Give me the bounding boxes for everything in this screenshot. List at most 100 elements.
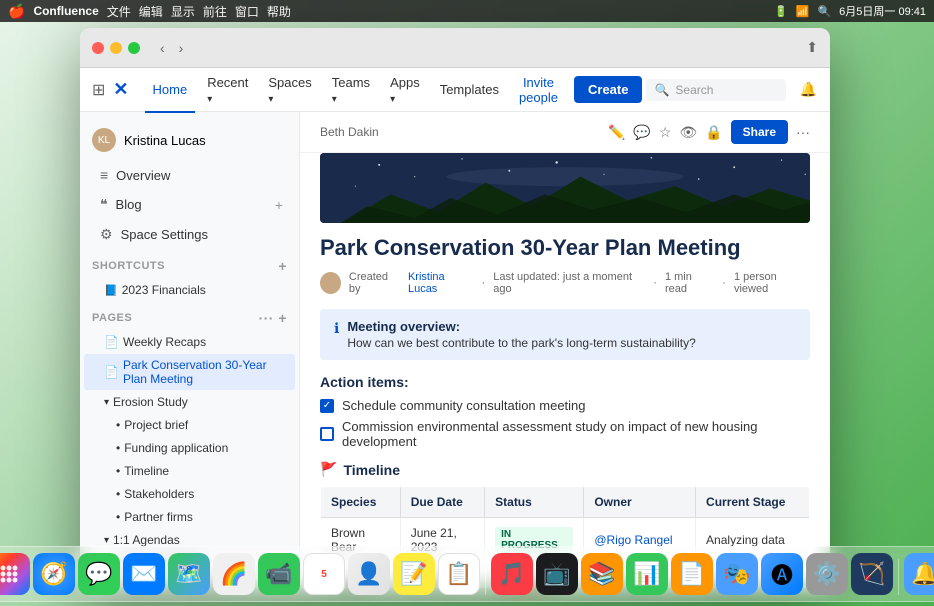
more-icon[interactable]: ··· <box>796 124 810 140</box>
shortcut-2023[interactable]: 📘 2023 Financials <box>84 279 295 301</box>
dock-system-prefs[interactable]: ⚙️ <box>806 553 848 595</box>
shortcuts-section: Shortcuts + <box>80 250 299 278</box>
shortcuts-add-icon[interactable]: + <box>278 258 287 274</box>
info-content: Meeting overview: How can we best contri… <box>347 319 695 350</box>
menubar: 🍎 Confluence 文件 编辑 显示 前往 窗口 帮助 🔋 📶 🔍 6月5… <box>0 0 934 22</box>
info-title: Meeting overview: <box>347 319 695 334</box>
sidebar-item-settings[interactable]: ⚙ Space Settings <box>84 220 295 249</box>
nav-recent[interactable]: Recent ▾ <box>199 71 256 109</box>
flag-icon: 🚩 <box>320 461 337 478</box>
bell-icon[interactable]: 🔔 <box>794 76 822 104</box>
search-box[interactable]: 🔍 Search <box>646 79 786 101</box>
tree-item-0[interactable]: 📄 Weekly Recaps <box>84 331 295 353</box>
tree-item-6[interactable]: • Stakeholders <box>84 483 295 505</box>
dock-pages[interactable]: 📄 <box>671 553 713 595</box>
tree-item-4[interactable]: • Funding application <box>84 437 295 459</box>
edit-icon[interactable]: ✏️ <box>608 124 625 141</box>
date-time: 6月5日周一 09:41 <box>839 3 926 19</box>
nav-templates[interactable]: Templates <box>432 78 507 101</box>
sidebar-item-overview[interactable]: ≡ Overview <box>84 161 295 189</box>
menu-help[interactable]: 帮助 <box>267 3 291 20</box>
search-icon[interactable]: 🔍 <box>817 5 831 18</box>
confluence-logo: ✕ <box>113 79 128 100</box>
dock-notes[interactable]: 📝 <box>393 553 435 595</box>
meta-avatar <box>320 272 341 294</box>
dock-arcolinux[interactable]: 🏹 <box>851 553 893 595</box>
sidebar-item-blog[interactable]: ❝ Blog + <box>84 190 295 219</box>
active-page-icon: 📄 <box>104 365 119 379</box>
dock-keynote[interactable]: 🎭 <box>716 553 758 595</box>
blog-add-icon[interactable]: + <box>275 197 283 213</box>
apple-icon[interactable]: 🍎 <box>8 3 25 20</box>
star-icon[interactable]: ☆ <box>659 124 672 141</box>
page-author: Beth Dakin <box>320 125 379 139</box>
checkbox-1[interactable] <box>320 427 334 441</box>
page-content: Park Conservation 30-Year Plan Meeting C… <box>300 223 830 588</box>
watch-icon[interactable]: 👁 <box>679 124 697 141</box>
dock-notification[interactable]: 🔔 <box>904 553 934 595</box>
sidebar-user[interactable]: KL Kristina Lucas <box>80 120 299 160</box>
nav-teams[interactable]: Teams ▾ <box>324 71 378 109</box>
dot-5: • <box>116 464 120 478</box>
creator-link[interactable]: Kristina Lucas <box>408 271 474 295</box>
dock-facetime[interactable]: 📹 <box>258 553 300 595</box>
back-button[interactable]: ‹ <box>156 38 169 58</box>
menu-file[interactable]: 文件 <box>107 3 131 20</box>
browser-nav: ‹ › <box>156 38 187 58</box>
comment-icon[interactable]: 💬 <box>633 124 650 141</box>
create-button[interactable]: Create <box>574 76 642 103</box>
dock-app-store[interactable]: 🅐 <box>761 553 803 595</box>
page-meta: Created by Kristina Lucas · Last updated… <box>320 271 810 295</box>
dock-music[interactable]: 🎵 <box>491 553 533 595</box>
menu-go[interactable]: 前往 <box>203 3 227 20</box>
tree-item-5[interactable]: • Timeline <box>84 460 295 482</box>
pages-section: Pages ··· + <box>80 302 299 330</box>
col-stage: Current Stage <box>696 487 810 518</box>
close-button[interactable] <box>92 42 104 54</box>
nav-home[interactable]: Home <box>145 78 196 101</box>
checkbox-text-0: Schedule community consultation meeting <box>342 398 586 413</box>
timeline-header: 🚩 Timeline <box>320 461 810 478</box>
dock-maps[interactable]: 🗺️ <box>168 553 210 595</box>
minimize-button[interactable] <box>110 42 122 54</box>
separator1: · <box>482 277 486 289</box>
dock-books[interactable]: 📚 <box>581 553 623 595</box>
checkbox-0[interactable]: ✓ <box>320 399 334 413</box>
menu-edit[interactable]: 编辑 <box>139 3 163 20</box>
created-by-label: Created by <box>349 271 400 295</box>
pages-options-icon[interactable]: ··· + <box>258 310 287 326</box>
dot-6: • <box>116 487 120 501</box>
dock-calendar[interactable]: 5 <box>303 553 345 595</box>
tree-item-3[interactable]: • Project brief <box>84 414 295 436</box>
nav-apps[interactable]: Apps ▾ <box>382 71 428 109</box>
battery-icon: 🔋 <box>774 5 788 18</box>
restrict-icon[interactable]: 🔒 <box>705 124 722 141</box>
owner-text: @Rigo Rangel <box>594 533 672 547</box>
dock-numbers[interactable]: 📊 <box>626 553 668 595</box>
menu-window[interactable]: 窗口 <box>235 3 259 20</box>
dock-photos[interactable]: 🌈 <box>213 553 255 595</box>
read-time: 1 min read <box>665 271 714 295</box>
dock-messages[interactable]: 💬 <box>78 553 120 595</box>
tree-item-7[interactable]: • Partner firms <box>84 506 295 528</box>
share-button[interactable]: ⬆ <box>806 39 818 56</box>
menu-view[interactable]: 显示 <box>171 3 195 20</box>
dock-tv[interactable]: 📺 <box>536 553 578 595</box>
grid-icon[interactable]: ⊞ <box>92 80 105 100</box>
dock-contacts[interactable]: 👤 <box>348 553 390 595</box>
col-due-date: Due Date <box>400 487 484 518</box>
updated-text: Last updated: just a moment ago <box>493 271 645 295</box>
nav-spaces[interactable]: Spaces ▾ <box>260 71 319 109</box>
views-count: 1 person viewed <box>734 271 810 295</box>
tree-item-1[interactable]: 📄 Park Conservation 30-Year Plan Meeting <box>84 354 295 390</box>
tree-item-2[interactable]: ▾ Erosion Study <box>84 391 295 413</box>
share-button[interactable]: Share <box>731 120 788 144</box>
overview-icon: ≡ <box>100 167 108 183</box>
dock-launchpad[interactable] <box>0 553 30 595</box>
dock-safari[interactable]: 🧭 <box>33 553 75 595</box>
invite-button[interactable]: Invite people <box>511 71 566 109</box>
forward-button[interactable]: › <box>175 38 188 58</box>
dock-mail[interactable]: ✉️ <box>123 553 165 595</box>
maximize-button[interactable] <box>128 42 140 54</box>
dock-reminders[interactable]: 📋 <box>438 553 480 595</box>
